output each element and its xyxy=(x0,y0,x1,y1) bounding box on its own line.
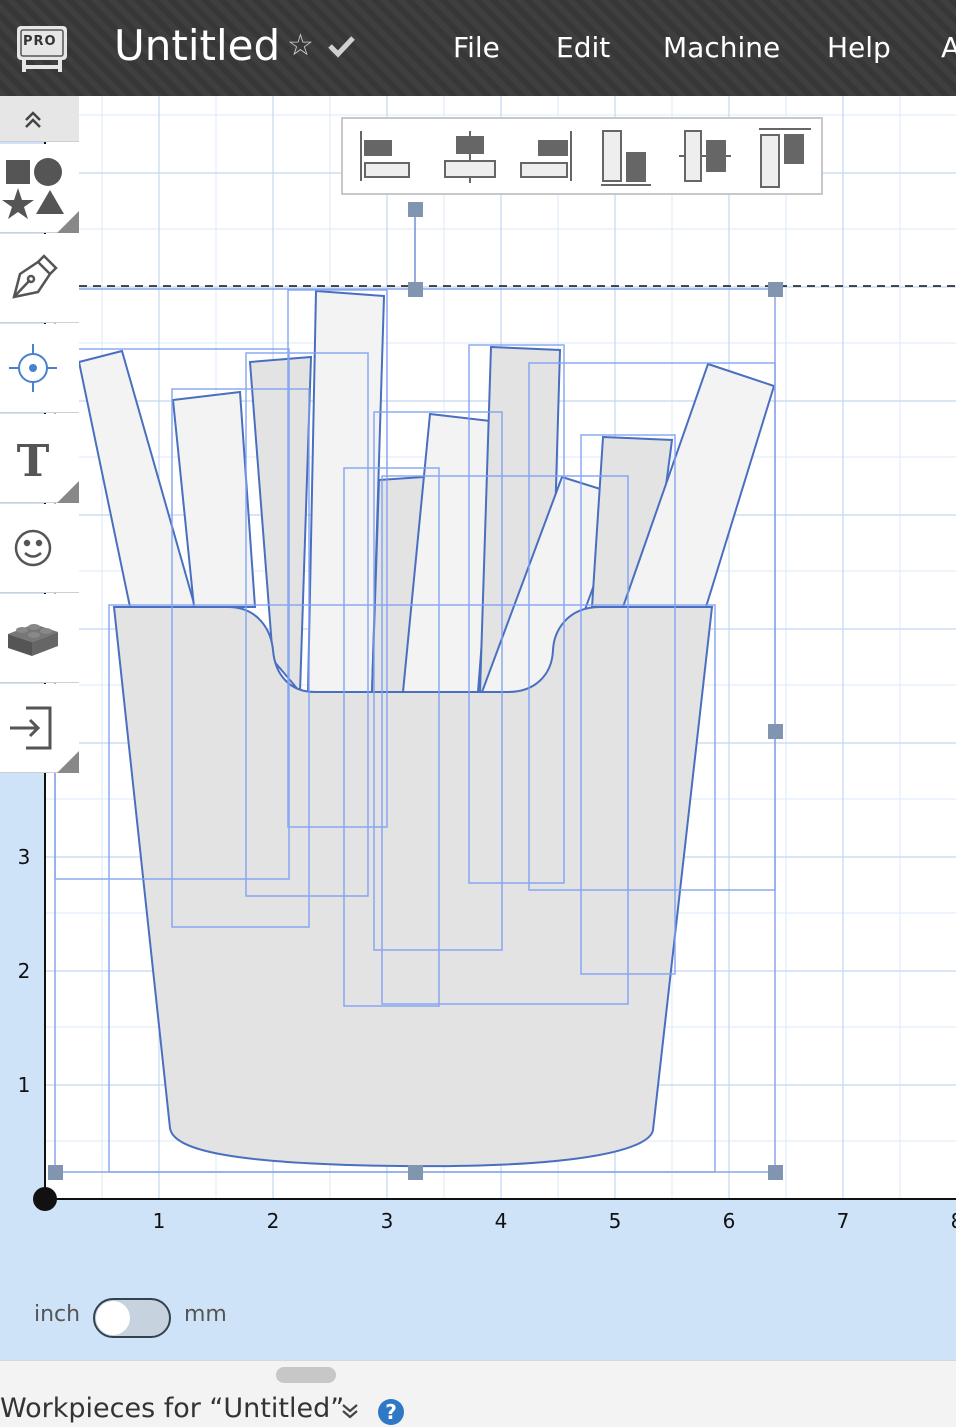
align-top-icon[interactable] xyxy=(755,125,825,189)
x-tick: 6 xyxy=(723,1209,736,1233)
x-tick: 5 xyxy=(609,1209,622,1233)
top-bar: PRO Untitled ☆ File Edit Machine Help A xyxy=(0,0,956,96)
target-icon xyxy=(9,344,57,392)
menu-file[interactable]: File xyxy=(453,28,500,68)
text-icon: T xyxy=(17,436,79,503)
align-center-h-icon[interactable] xyxy=(435,125,505,189)
x-tick: 8 xyxy=(951,1209,956,1233)
shapes-tool-button[interactable] xyxy=(0,144,79,233)
workpieces-title[interactable]: Workpieces for “Untitled” xyxy=(0,1393,344,1424)
chevron-down-icon[interactable] xyxy=(340,1401,360,1421)
star-icon[interactable]: ☆ xyxy=(287,28,314,63)
origin-marker xyxy=(33,1187,57,1211)
menu-machine[interactable]: Machine xyxy=(663,28,780,68)
fry[interactable] xyxy=(306,289,386,693)
import-tool-button[interactable] xyxy=(0,684,79,773)
collapse-toolbar-button[interactable] xyxy=(0,96,79,142)
workpieces-panel: Workpieces for “Untitled” ? xyxy=(0,1360,956,1427)
unit-inch-label: inch xyxy=(34,1302,81,1327)
units-toggle[interactable] xyxy=(93,1298,171,1338)
x-tick: 2 xyxy=(267,1209,280,1233)
align-toolbar xyxy=(341,117,823,195)
units-switcher: inch mm xyxy=(0,1290,300,1340)
text-tool-button[interactable]: T xyxy=(0,414,79,503)
document-title[interactable]: Untitled xyxy=(114,18,280,74)
import-icon xyxy=(10,706,79,773)
pen-tool-button[interactable] xyxy=(0,234,79,323)
saved-check-icon xyxy=(326,30,356,60)
unit-mm-label: mm xyxy=(184,1302,227,1327)
shapes-icon xyxy=(2,158,79,233)
align-bottom-icon[interactable] xyxy=(595,125,665,189)
menu-help[interactable]: Help xyxy=(827,28,891,68)
logo-icon[interactable]: PRO xyxy=(14,20,70,76)
align-left-icon[interactable] xyxy=(355,125,425,189)
pro-badge: PRO xyxy=(23,34,57,49)
panel-resize-handle[interactable] xyxy=(276,1367,336,1383)
icons-tool-button[interactable] xyxy=(0,504,79,593)
chevron-up-icon xyxy=(25,111,41,128)
design-canvas[interactable]: 1 2 3 4 5 6 7 8 1 2 3 xyxy=(0,96,956,1360)
y-tick: 3 xyxy=(18,845,31,869)
help-icon[interactable]: ? xyxy=(378,1399,404,1425)
x-tick: 3 xyxy=(381,1209,394,1233)
y-tick: 2 xyxy=(18,959,31,983)
menu-more[interactable]: A xyxy=(941,28,956,68)
align-right-icon[interactable] xyxy=(515,125,585,189)
y-tick: 1 xyxy=(18,1073,31,1097)
align-center-v-icon[interactable] xyxy=(675,125,745,189)
brick-icon xyxy=(8,624,58,656)
menu-edit[interactable]: Edit xyxy=(556,28,610,68)
toggle-knob xyxy=(96,1301,130,1335)
left-toolbar: T xyxy=(0,96,79,774)
x-tick: 1 xyxy=(153,1209,166,1233)
emoji-icon xyxy=(14,529,52,567)
position-tool-button[interactable] xyxy=(0,324,79,413)
svg-text:T: T xyxy=(17,436,50,487)
pen-icon xyxy=(12,254,58,299)
x-tick: 4 xyxy=(495,1209,508,1233)
apps-tool-button[interactable] xyxy=(0,594,79,683)
x-tick: 7 xyxy=(837,1209,850,1233)
